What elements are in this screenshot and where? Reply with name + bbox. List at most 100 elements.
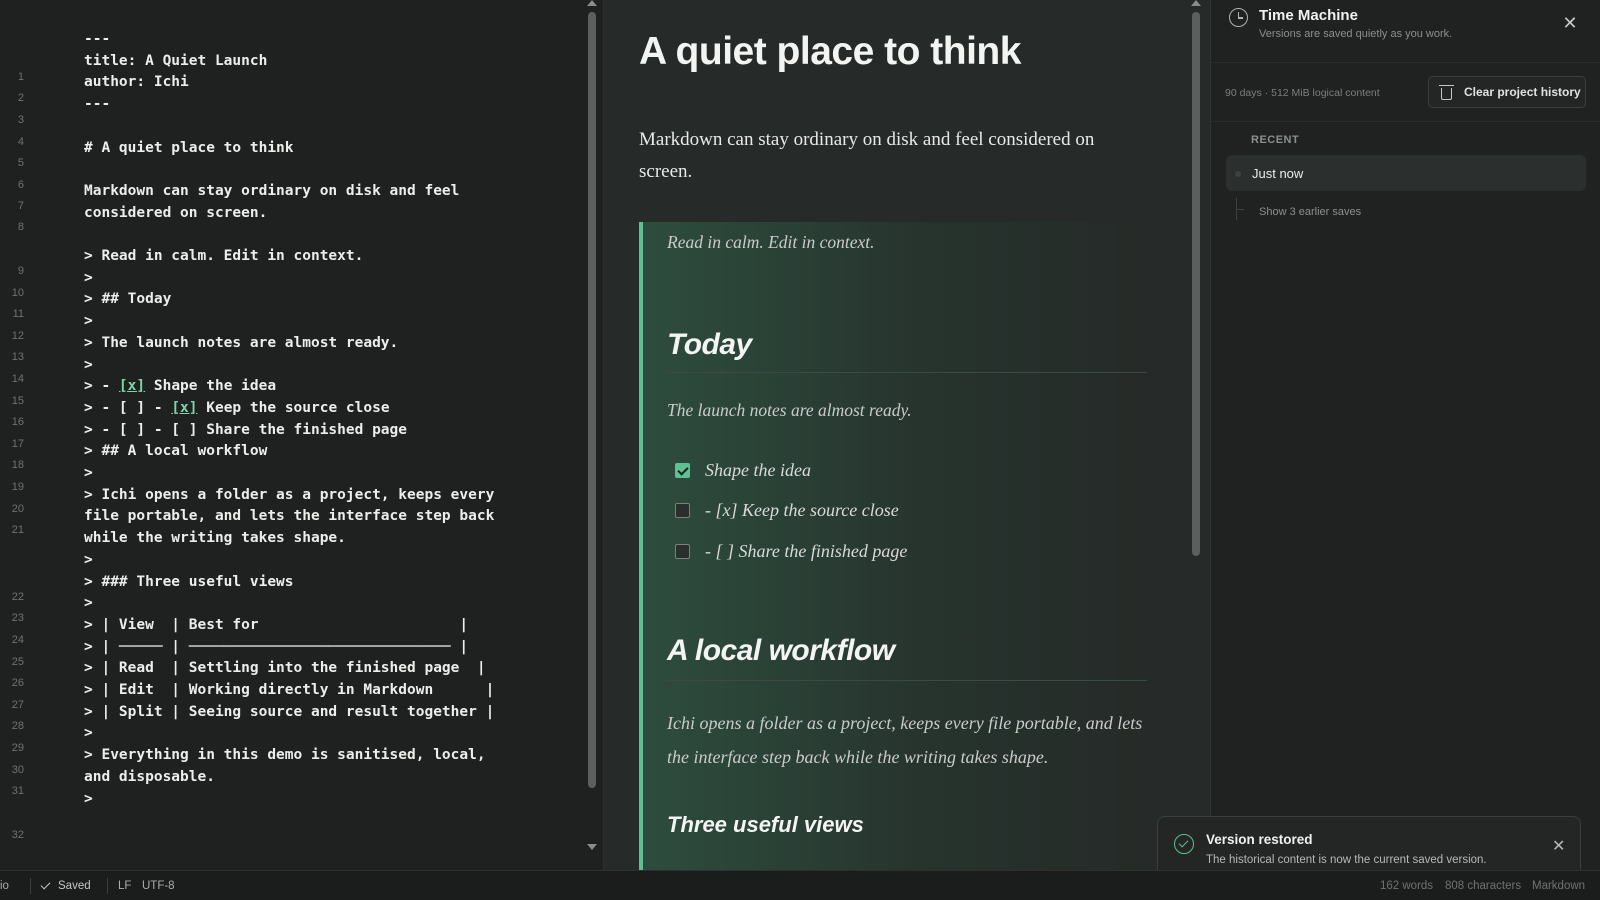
task-marker: [x] [118, 378, 146, 395]
source-line[interactable]: > ## Today [84, 288, 171, 310]
source-line[interactable]: > [84, 788, 93, 810]
line-ending-indicator[interactable]: LF [118, 880, 131, 892]
source-editor[interactable]: 1 2 3 4 5 6 7 8 9 10 11 12 13 14 15 16 17 18 19 20 21 22 23 24 2… [0, 0, 603, 870]
line-number: 28 [11, 720, 24, 732]
version-dot-icon [1235, 171, 1241, 177]
source-line[interactable]: Markdown can stay ordinary on disk and f… [84, 180, 459, 202]
scroll-down-arrow-icon[interactable] [587, 844, 597, 850]
source-line[interactable]: --- [84, 93, 110, 115]
source-line[interactable]: > [84, 549, 93, 571]
source-line[interactable]: considered on screen. [84, 202, 267, 224]
close-icon[interactable]: ✕ [1561, 14, 1579, 32]
source-line[interactable]: > - [ ] - [ ] Share the finished page [84, 419, 407, 441]
clock-icon [1229, 8, 1248, 27]
source-line[interactable]: > - [x] Shape the idea [84, 375, 276, 397]
line-number: 5 [17, 157, 24, 169]
line-number: 30 [11, 764, 24, 776]
line-number: 3 [17, 114, 24, 126]
line-number: 25 [11, 656, 24, 668]
line-number: 7 [17, 200, 24, 212]
show-earlier-saves-link[interactable]: Show 3 earlier saves [1259, 206, 1361, 218]
line-number: 31 [11, 785, 24, 797]
line-number: 27 [11, 699, 24, 711]
line-number: 23 [11, 612, 24, 624]
line-number: 4 [17, 136, 24, 148]
source-line[interactable]: --- [84, 28, 110, 50]
line-number: 16 [11, 416, 24, 428]
task-checkbox-checked[interactable] [675, 462, 690, 478]
source-line[interactable]: > ## A local workflow [84, 440, 267, 462]
preview-scrollbar-thumb[interactable] [1192, 12, 1200, 556]
source-line[interactable]: > [84, 354, 93, 376]
line-number: 10 [11, 287, 24, 299]
line-number: 32 [11, 829, 24, 841]
version-item-just-now[interactable]: Just now [1226, 155, 1586, 191]
source-line[interactable]: > Everything in this demo is sanitised, … [84, 744, 486, 766]
editor-scrollbar[interactable] [585, 0, 599, 870]
heading-divider [667, 372, 1147, 373]
page-title: A quiet place to think [639, 30, 1021, 73]
task-marker: [x] [171, 399, 198, 416]
heading-three-useful-views: Three useful views [667, 812, 864, 837]
character-count: 808 characters [1445, 880, 1522, 892]
line-number: 26 [11, 677, 24, 689]
line-number-gutter: 1 2 3 4 5 6 7 8 9 10 11 12 13 14 15 16 17 18 19 20 21 22 23 24 2… [0, 0, 36, 870]
source-line[interactable]: > [84, 267, 93, 289]
encoding-indicator[interactable]: UTF-8 [142, 880, 175, 892]
line-number: 2 [17, 92, 24, 104]
line-number: 13 [11, 351, 24, 363]
toast-message: The historical content is now the curren… [1206, 854, 1487, 866]
task-item[interactable]: - [x] Keep the source close [675, 498, 899, 522]
source-line[interactable]: > - [ ] - [x] Keep the source close [84, 397, 390, 419]
clear-history-label: Clear project history [1464, 85, 1581, 99]
source-line[interactable]: > [84, 722, 93, 744]
scroll-up-arrow-icon[interactable] [1191, 0, 1201, 6]
editor-scrollbar-thumb[interactable] [588, 12, 596, 788]
source-line[interactable]: title: A Quiet Launch [84, 50, 267, 72]
source-line[interactable]: > | View | Best for | [84, 614, 468, 636]
source-line[interactable]: file portable, and lets the interface st… [84, 505, 494, 527]
source-line[interactable]: # A quiet place to think [84, 137, 294, 159]
version-label: Just now [1252, 166, 1304, 181]
version-tree-line [1236, 198, 1244, 220]
task-checkbox[interactable] [675, 502, 690, 518]
heading-today: Today [667, 328, 752, 361]
task-item[interactable]: - [ ] Share the finished page [675, 539, 907, 563]
source-line[interactable]: > | ───── | ────────────────────────────… [84, 636, 468, 658]
source-line[interactable]: > Read in calm. Edit in context. [84, 245, 363, 267]
close-icon[interactable]: ✕ [1552, 836, 1565, 856]
quote-intro: Read in calm. Edit in context. [667, 232, 875, 252]
history-toolbar: 90 days · 512 MiB logical content Clear … [1211, 62, 1600, 122]
line-number: 14 [11, 373, 24, 385]
heading-local-workflow: A local workflow [667, 634, 895, 667]
source-line[interactable]: > | Read | Settling into the finished pa… [84, 657, 486, 679]
blockquote: Read in calm. Edit in context. Today The… [639, 222, 1149, 870]
source-line[interactable]: > [84, 462, 93, 484]
line-number: 29 [11, 742, 24, 754]
source-line[interactable]: > ### Three useful views [84, 571, 294, 593]
clear-project-history-button[interactable]: Clear project history [1428, 76, 1586, 108]
preview-scrollbar[interactable] [1189, 0, 1203, 870]
source-line[interactable]: > Ichi opens a folder as a project, keep… [84, 484, 494, 506]
source-line[interactable]: author: Ichi [84, 71, 189, 93]
status-divider [30, 878, 31, 894]
line-number: 24 [11, 634, 24, 646]
source-line[interactable]: and disposable. [84, 766, 215, 788]
check-icon [40, 879, 51, 890]
line-number: 22 [11, 591, 24, 603]
scroll-up-arrow-icon[interactable] [587, 0, 597, 6]
line-number: 15 [11, 395, 24, 407]
line-number: 20 [11, 503, 24, 515]
source-line[interactable]: > | Edit | Working directly in Markdown … [84, 679, 494, 701]
task-item[interactable]: Shape the idea [675, 458, 811, 482]
source-line[interactable]: while the writing takes shape. [84, 527, 346, 549]
language-indicator[interactable]: Markdown [1532, 880, 1585, 892]
source-line[interactable]: > [84, 592, 93, 614]
line-number: 21 [11, 524, 24, 536]
view-mode-indicator[interactable]: io [0, 880, 9, 892]
task-checkbox[interactable] [675, 543, 690, 559]
source-line[interactable]: > | Split | Seeing source and result tog… [84, 701, 494, 723]
source-line[interactable]: > [84, 310, 93, 332]
save-status: Saved [58, 880, 91, 892]
source-line[interactable]: > The launch notes are almost ready. [84, 332, 398, 354]
